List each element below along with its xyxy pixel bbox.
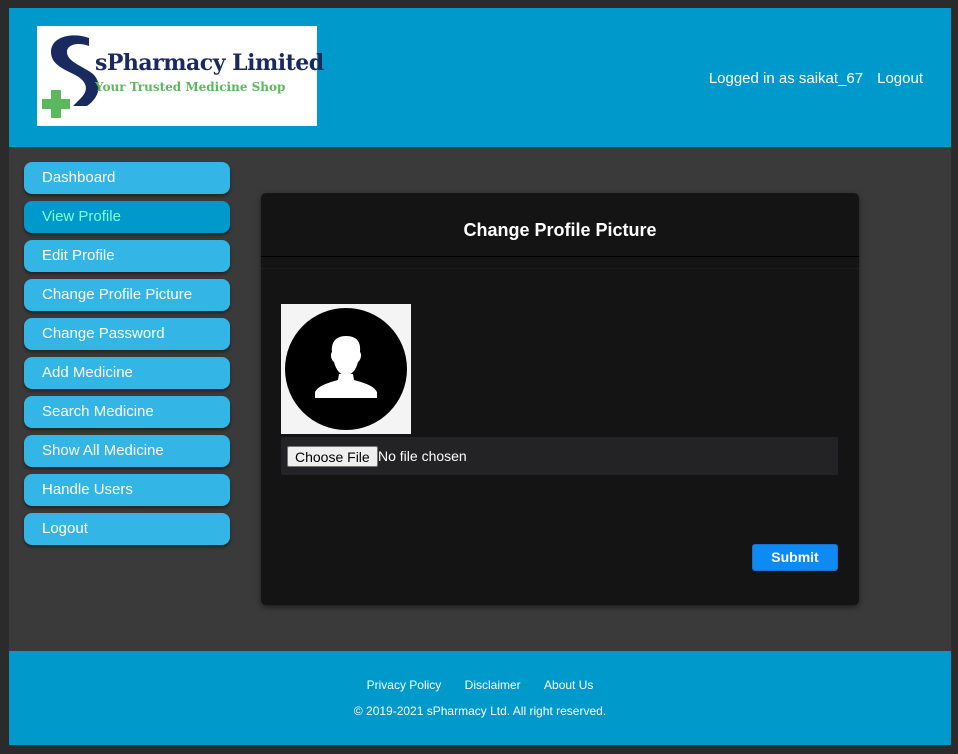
site-header: sPharmacy Limited Your Trusted Medicine … (9, 8, 951, 147)
footer-link-about-us[interactable]: About Us (544, 678, 593, 692)
change-picture-card: Change Profile Picture Choose File No fi… (261, 193, 859, 605)
footer-copyright: © 2019-2021 sPharmacy Ltd. All right res… (353, 704, 607, 718)
window-frame-bottom (0, 745, 958, 754)
file-input: Choose File No file chosen (281, 437, 838, 475)
sidebar-item-edit-profile[interactable]: Edit Profile (24, 240, 230, 272)
window-frame-top (0, 0, 958, 8)
logo-title: sPharmacy Limited (95, 50, 324, 76)
submit-button[interactable]: Submit (752, 544, 838, 571)
site-footer: Privacy Policy Disclaimer About Us © 201… (9, 651, 951, 745)
brand-logo[interactable]: sPharmacy Limited Your Trusted Medicine … (37, 26, 324, 126)
choose-file-button[interactable]: Choose File (287, 446, 378, 467)
sidebar-item-handle-users[interactable]: Handle Users (24, 474, 230, 506)
sidebar-item-search-medicine[interactable]: Search Medicine (24, 396, 230, 428)
sidebar-item-logout[interactable]: Logout (24, 513, 230, 545)
card-divider (261, 256, 859, 257)
user-silhouette-icon (285, 308, 407, 430)
sidebar-item-add-medicine[interactable]: Add Medicine (24, 357, 230, 389)
sidebar-item-show-all-medicine[interactable]: Show All Medicine (24, 435, 230, 467)
footer-links: Privacy Policy Disclaimer About Us (9, 678, 951, 692)
logged-in-label: Logged in as saikat_67 (708, 70, 864, 87)
sidebar-nav: Dashboard View Profile Edit Profile Chan… (24, 162, 230, 552)
file-status: No file chosen (378, 448, 467, 464)
footer-link-disclaimer[interactable]: Disclaimer (465, 678, 521, 692)
pharmacy-s-logo-icon (42, 35, 99, 118)
sidebar-item-dashboard[interactable]: Dashboard (24, 162, 230, 194)
card-divider-secondary (261, 268, 859, 269)
sidebar-item-view-profile[interactable]: View Profile (24, 201, 230, 233)
user-status: Logged in as saikat_67 Logout (709, 70, 923, 87)
avatar (281, 304, 411, 434)
window-frame-left (0, 0, 9, 754)
sidebar-item-change-profile-picture[interactable]: Change Profile Picture (24, 279, 230, 311)
window-frame-right (951, 0, 958, 754)
footer-link-privacy-policy[interactable]: Privacy Policy (367, 678, 442, 692)
header-logout-link[interactable]: Logout (877, 70, 923, 87)
sidebar-item-change-password[interactable]: Change Password (24, 318, 230, 350)
card-title: Change Profile Picture (463, 220, 657, 240)
logo-tagline: Your Trusted Medicine Shop (95, 80, 286, 94)
